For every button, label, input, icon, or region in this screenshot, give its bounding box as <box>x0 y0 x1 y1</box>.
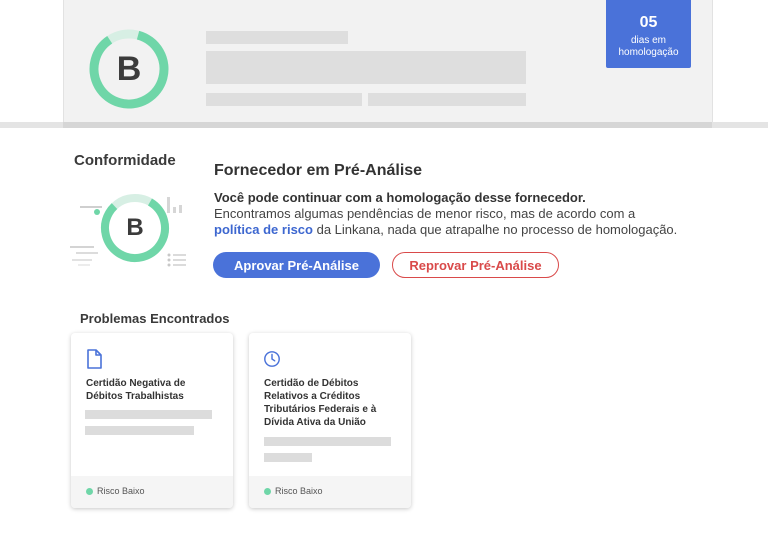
risk-label: Risco Baixo <box>275 486 323 496</box>
supplier-info-placeholder <box>206 51 526 84</box>
days-count: 05 <box>639 14 658 31</box>
supplier-detail-placeholder <box>206 93 362 106</box>
days-label-line2: homologação <box>618 47 679 58</box>
problem-detail-placeholder <box>85 410 212 419</box>
status-body-text: da Linkana, nada que atrapalhe no proces… <box>316 222 678 237</box>
problem-card[interactable]: Certidão Negativa de Débitos Trabalhista… <box>71 333 233 508</box>
status-title: Fornecedor em Pré-Análise <box>214 162 423 179</box>
days-in-homologation-badge: 05 dias em homologação <box>606 0 691 68</box>
status-body-text: Encontramos algumas pendências de menor … <box>214 206 636 221</box>
reject-pre-analysis-button[interactable]: Reprovar Pré-Análise <box>392 252 559 278</box>
clock-icon <box>264 351 280 367</box>
risk-status-dot <box>86 488 93 495</box>
problem-detail-placeholder <box>264 437 391 446</box>
problem-title: Certidão de Débitos Relativos a Créditos… <box>264 378 377 428</box>
problem-card-footer: Risco Baixo <box>71 476 233 508</box>
conformidade-title: Conformidade <box>74 152 176 169</box>
problem-title: Certidão Negativa de Débitos Trabalhista… <box>86 378 186 402</box>
supplier-card-bottom-edge <box>63 122 712 128</box>
status-description: Encontramos algumas pendências de menor … <box>214 206 714 238</box>
conformidade-grade: B <box>126 214 144 241</box>
problem-card-footer: Risco Baixo <box>249 476 411 508</box>
problems-title: Problemas Encontrados <box>80 311 230 326</box>
status-lead: Você pode continuar com a homologação de… <box>214 190 586 205</box>
approve-pre-analysis-button[interactable]: Aprovar Pré-Análise <box>213 252 380 278</box>
supplier-grade: B <box>116 49 142 88</box>
document-icon <box>87 349 102 369</box>
risk-label: Risco Baixo <box>97 486 145 496</box>
problem-detail-placeholder <box>264 453 312 462</box>
supplier-name-placeholder <box>206 31 348 44</box>
days-label-line1: dias em <box>630 35 666 46</box>
supplier-detail-placeholder <box>368 93 526 106</box>
risk-policy-link[interactable]: política de risco <box>214 222 313 237</box>
problem-card[interactable]: Certidão de Débitos Relativos a Créditos… <box>249 333 411 508</box>
problem-detail-placeholder <box>85 426 194 435</box>
risk-status-dot <box>264 488 271 495</box>
